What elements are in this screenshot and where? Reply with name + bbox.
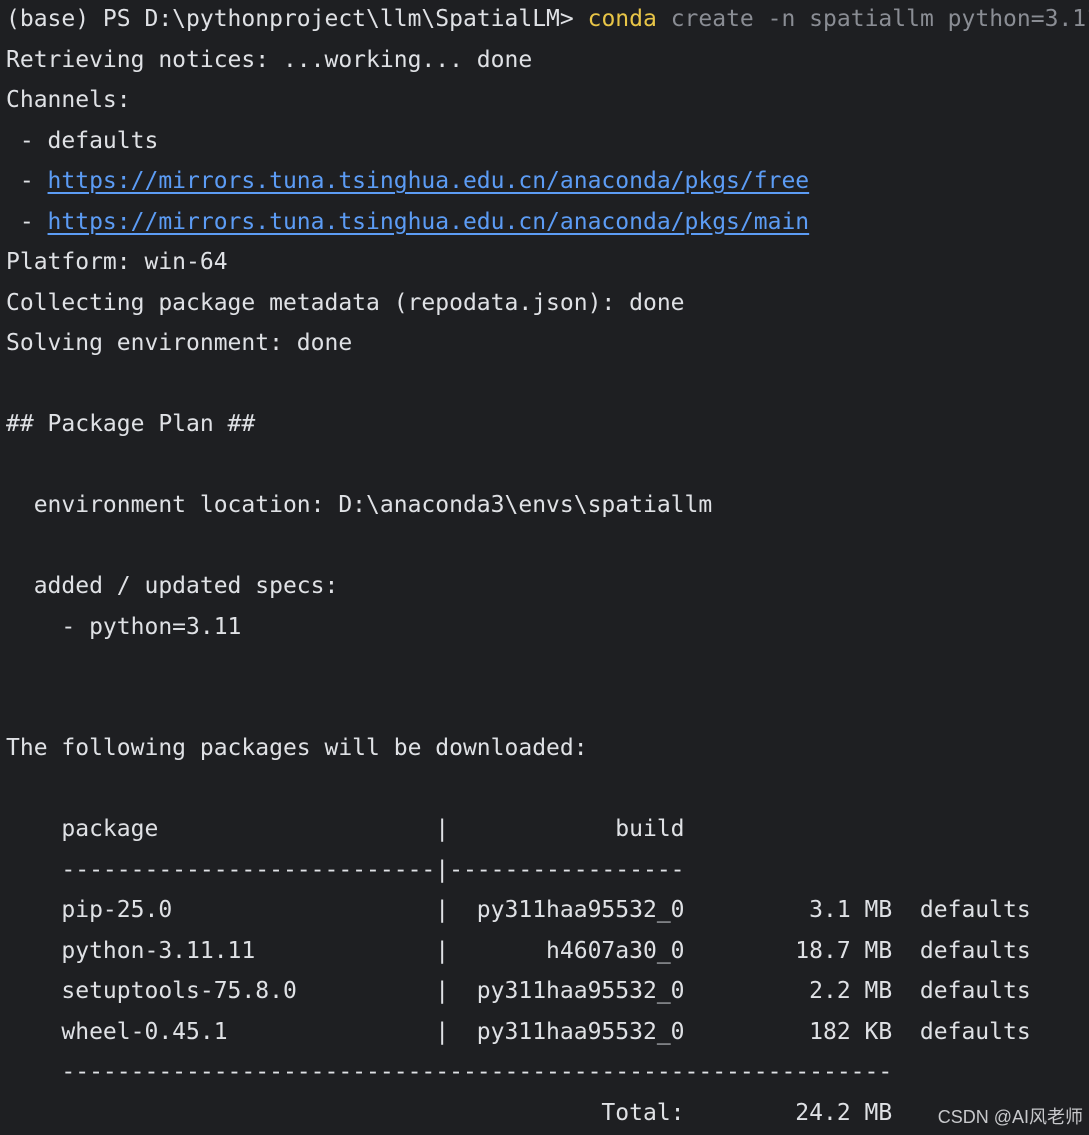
collecting-metadata-line: Collecting package metadata (repodata.js…: [6, 289, 685, 316]
environment-location-line: environment location: D:\anaconda3\envs\…: [6, 492, 713, 518]
retrieving-notices-line: Retrieving notices: ...working... done: [6, 46, 533, 73]
table-separator: ---------------------------|------------…: [6, 856, 685, 883]
channel-bullet: -: [6, 168, 48, 194]
channel-free-link[interactable]: https://mirrors.tuna.tsinghua.edu.cn/ana…: [48, 168, 810, 194]
specs-header: added / updated specs:: [6, 573, 339, 599]
prompt-line: (base) PS D:\pythonproject\llm\SpatialLM…: [6, 0, 1089, 41]
solving-environment-line: Solving environment: done: [6, 330, 353, 356]
download-header: The following packages will be downloade…: [6, 735, 588, 761]
command-args: create: [656, 6, 768, 32]
channel-defaults: defaults: [47, 127, 159, 154]
channels-header: Channels:: [6, 87, 131, 113]
table-row: python-3.11.11 | h4607a30_0 18.7 MB defa…: [6, 937, 1031, 964]
channel-bullet: -: [6, 127, 48, 154]
platform-line: Platform: win-64: [6, 249, 228, 275]
channel-free-line: - https://mirrors.tuna.tsinghua.edu.cn/a…: [6, 162, 1089, 203]
prompt-prefix: (base) PS D:\pythonproject\llm\SpatialLM…: [6, 6, 588, 32]
table-header: package | build: [6, 816, 685, 842]
table-row: pip-25.0 | py311haa95532_0 3.1 MB defaul…: [6, 897, 1031, 923]
channel-main-line: - https://mirrors.tuna.tsinghua.edu.cn/a…: [6, 203, 1089, 244]
command-flag: -n: [767, 6, 796, 32]
watermark: CSDN @AI风老师: [937, 1107, 1083, 1127]
table-row: setuptools-75.8.0 | py311haa95532_0 2.2 …: [6, 978, 1031, 1004]
table-row: wheel-0.45.1 | py311haa95532_0 182 KB de…: [6, 1018, 1031, 1045]
command-name: conda: [587, 6, 657, 32]
command-args-rest: spatiallm python=3.11: [795, 6, 1089, 32]
table-footer-separator: ----------------------------------------…: [6, 1059, 893, 1085]
terminal-output[interactable]: (base) PS D:\pythonproject\llm\SpatialLM…: [0, 0, 1089, 1135]
channel-bullet: -: [6, 208, 48, 235]
channel-main-link[interactable]: https://mirrors.tuna.tsinghua.edu.cn/ana…: [48, 209, 810, 235]
table-total: Total: 24.2 MB: [6, 1099, 893, 1126]
spec-python-line: - python=3.11: [6, 613, 242, 640]
package-plan-header: ## Package Plan ##: [6, 411, 256, 437]
channel-defaults-line: - defaults: [6, 122, 1089, 163]
